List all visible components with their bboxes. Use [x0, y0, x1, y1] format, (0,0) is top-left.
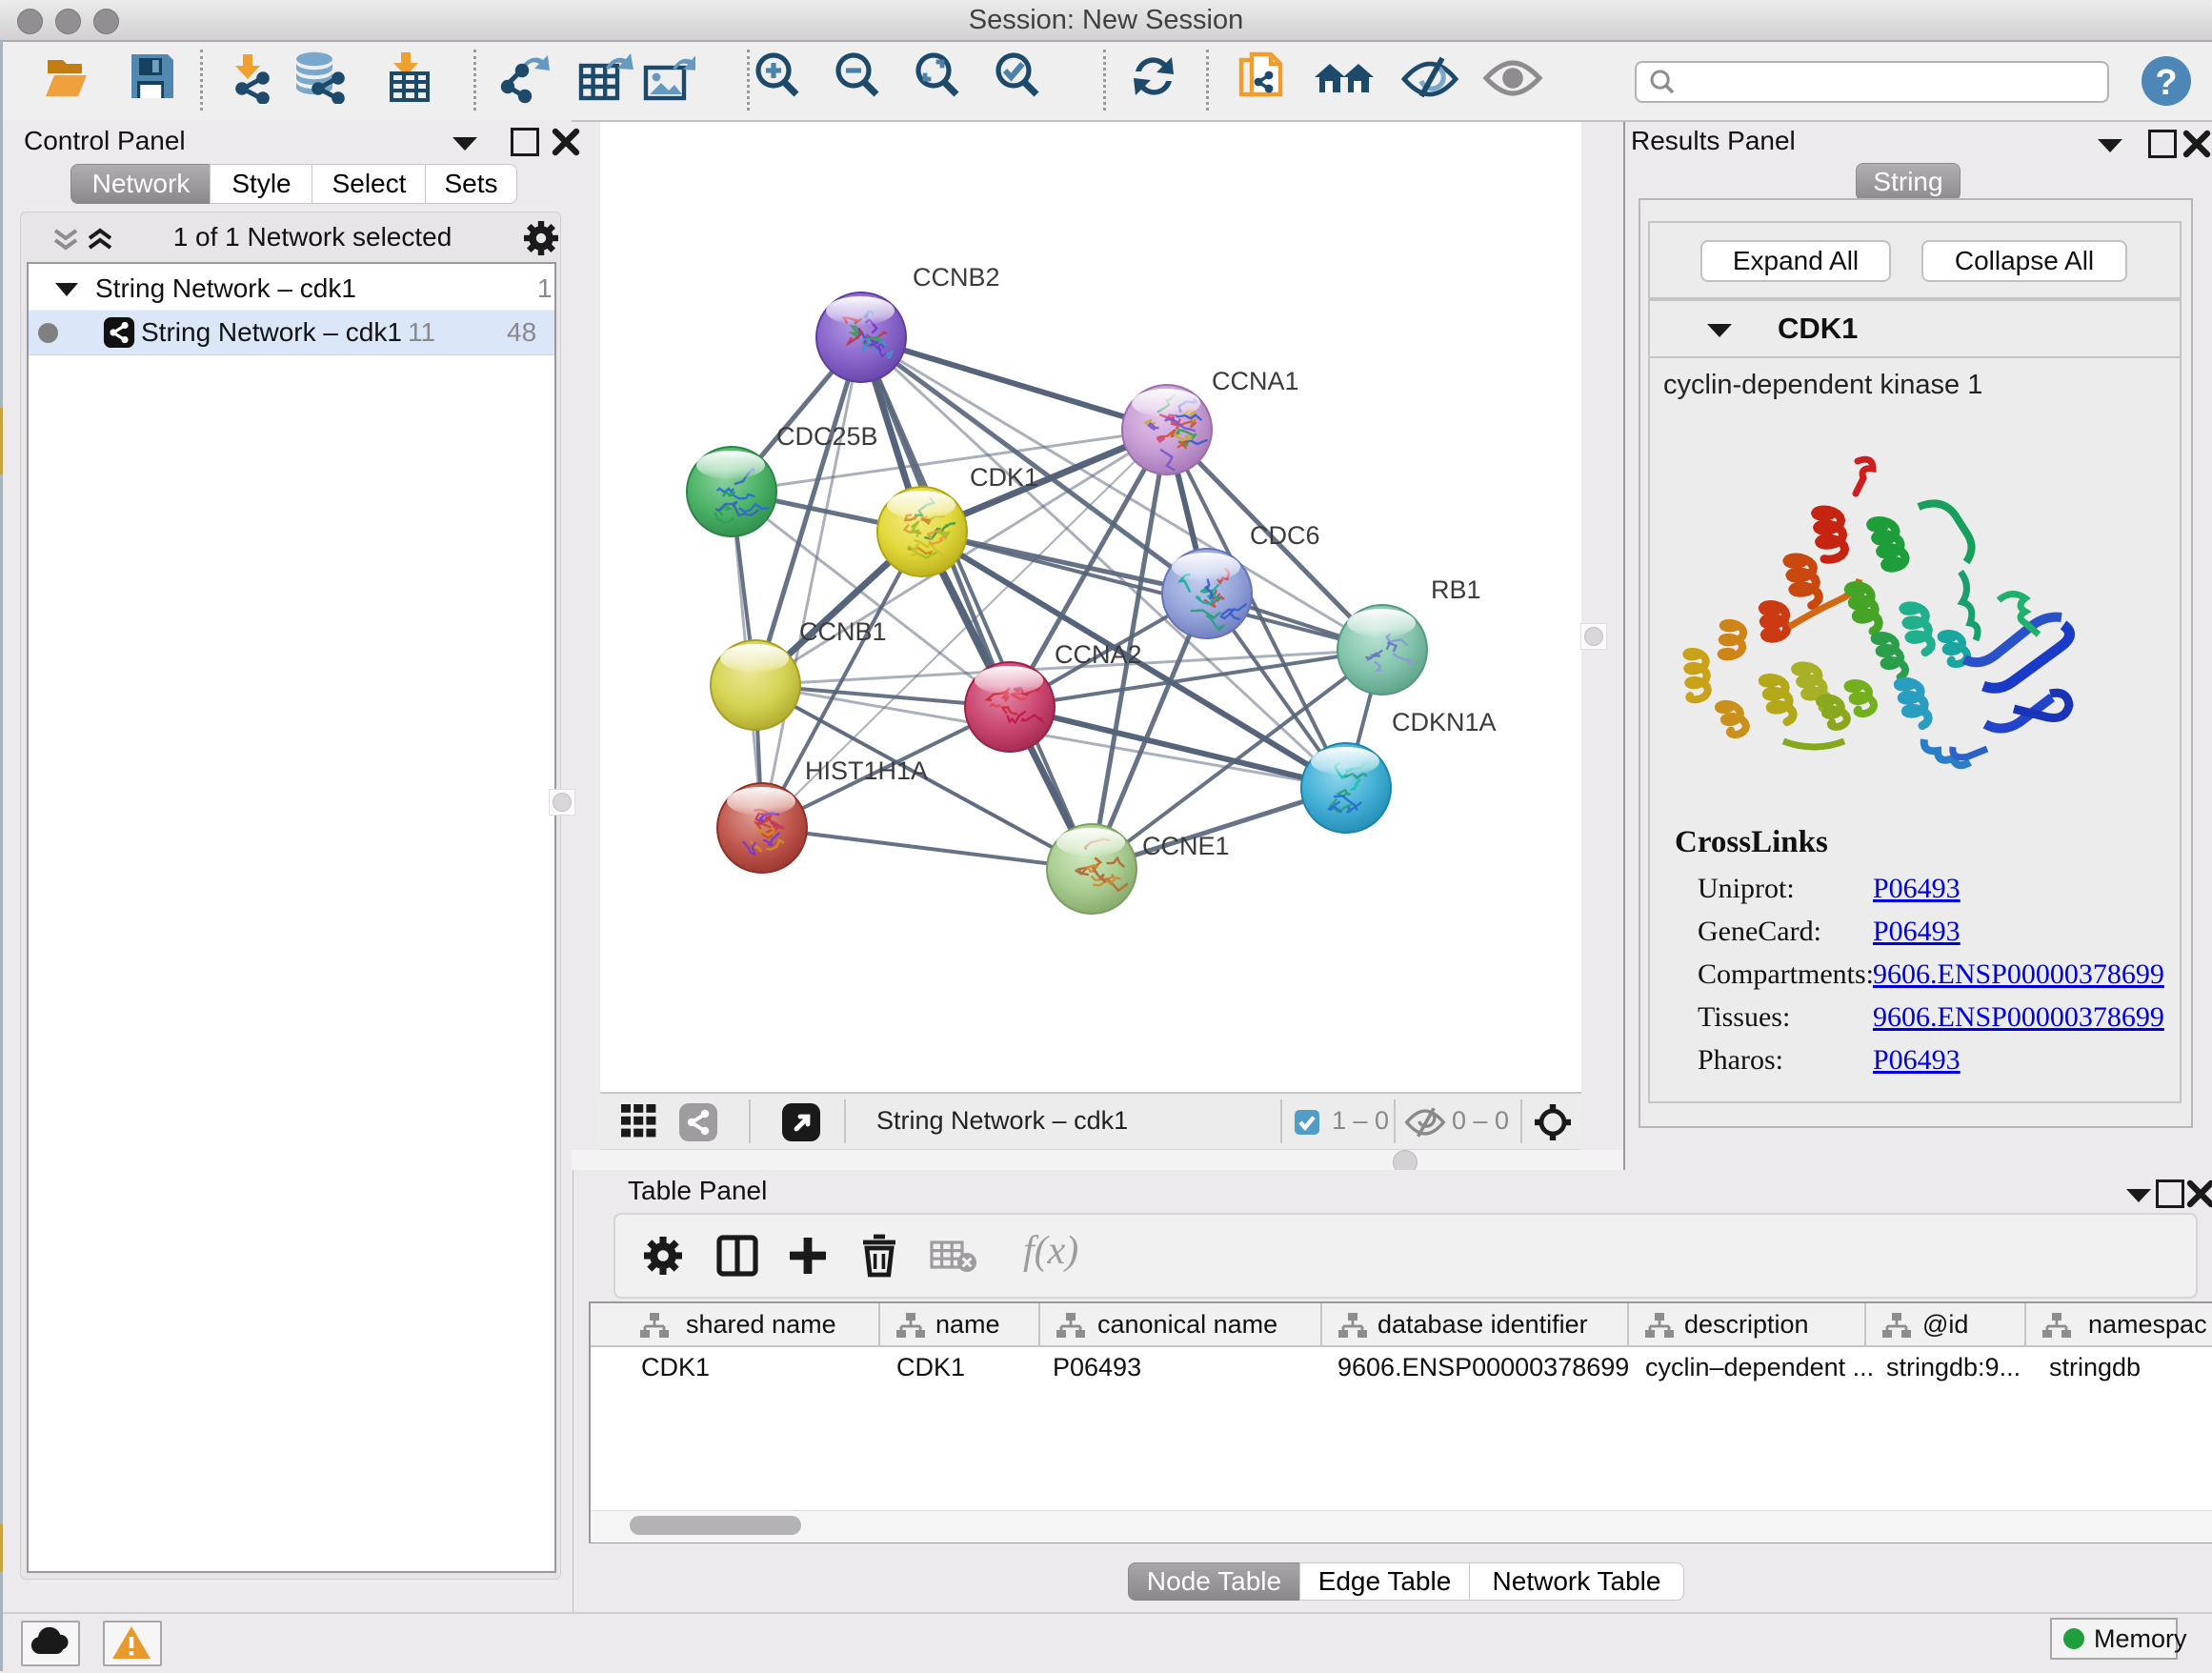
svg-text:CCNA1: CCNA1: [1212, 367, 1299, 395]
svg-text:?: ?: [2155, 63, 2177, 103]
svg-text:CCNE1: CCNE1: [1142, 832, 1230, 860]
svg-text:CCNB2: CCNB2: [913, 263, 1000, 292]
svg-text:CDKN1A: CDKN1A: [1392, 708, 1497, 736]
svg-text:RB1: RB1: [1431, 575, 1481, 604]
svg-text:CDC6: CDC6: [1250, 521, 1320, 550]
svg-text:CDK1: CDK1: [970, 463, 1038, 492]
svg-text:CDC25B: CDC25B: [776, 422, 878, 451]
svg-text:HIST1H1A: HIST1H1A: [805, 756, 928, 785]
svg-text:CCNA2: CCNA2: [1055, 640, 1142, 669]
svg-text:CCNB1: CCNB1: [799, 617, 887, 646]
